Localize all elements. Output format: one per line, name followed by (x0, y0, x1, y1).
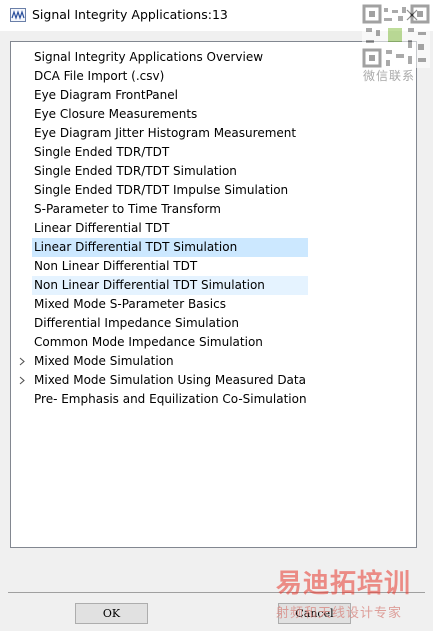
tree-item[interactable]: Mixed Mode S-Parameter Basics (32, 295, 230, 314)
tree-item[interactable]: Eye Closure Measurements (32, 105, 201, 124)
tree-item[interactable]: Non Linear Differential TDT (32, 257, 201, 276)
tree-item[interactable]: Signal Integrity Applications Overview (32, 48, 267, 67)
tree-item[interactable]: Eye Diagram FrontPanel (32, 86, 182, 105)
tree-item[interactable]: Mixed Mode Simulation (32, 352, 178, 371)
window-title: Signal Integrity Applications:13 (32, 7, 228, 22)
applications-tree[interactable]: Signal Integrity Applications Overview DC… (10, 41, 417, 548)
watermark-tagline: 射频和天线设计专家 (276, 606, 403, 621)
ok-button[interactable]: OK (75, 603, 148, 624)
tree-item[interactable]: Linear Differential TDT Simulation (32, 238, 308, 257)
tree-item[interactable]: Non Linear Differential TDT Simulation (32, 276, 308, 295)
tree-item[interactable]: Eye Diagram Jitter Histogram Measurement (32, 124, 300, 143)
tree-item[interactable]: Common Mode Impedance Simulation (32, 333, 267, 352)
tree-item[interactable]: Single Ended TDR/TDT Impulse Simulation (32, 181, 292, 200)
waveform-icon (10, 8, 26, 22)
watermark-brand: 易迪拓培训 (276, 569, 412, 599)
qr-code-watermark (362, 4, 430, 68)
tree-item[interactable]: Single Ended TDR/TDT (32, 143, 173, 162)
tree-item[interactable]: Differential Impedance Simulation (32, 314, 243, 333)
qr-caption: 微信联系 (363, 69, 416, 83)
chevron-right-icon[interactable] (18, 371, 28, 390)
tree-item[interactable]: Mixed Mode Simulation Using Measured Dat… (32, 371, 310, 390)
tree-item[interactable]: S-Parameter to Time Transform (32, 200, 225, 219)
chevron-right-icon[interactable] (18, 352, 28, 371)
tree-item[interactable]: Linear Differential TDT (32, 219, 173, 238)
tree-item[interactable]: Single Ended TDR/TDT Simulation (32, 162, 241, 181)
tree-item[interactable]: Pre- Emphasis and Equilization Co-Simula… (32, 390, 311, 409)
tree-item[interactable]: DCA File Import (.csv) (32, 67, 168, 86)
